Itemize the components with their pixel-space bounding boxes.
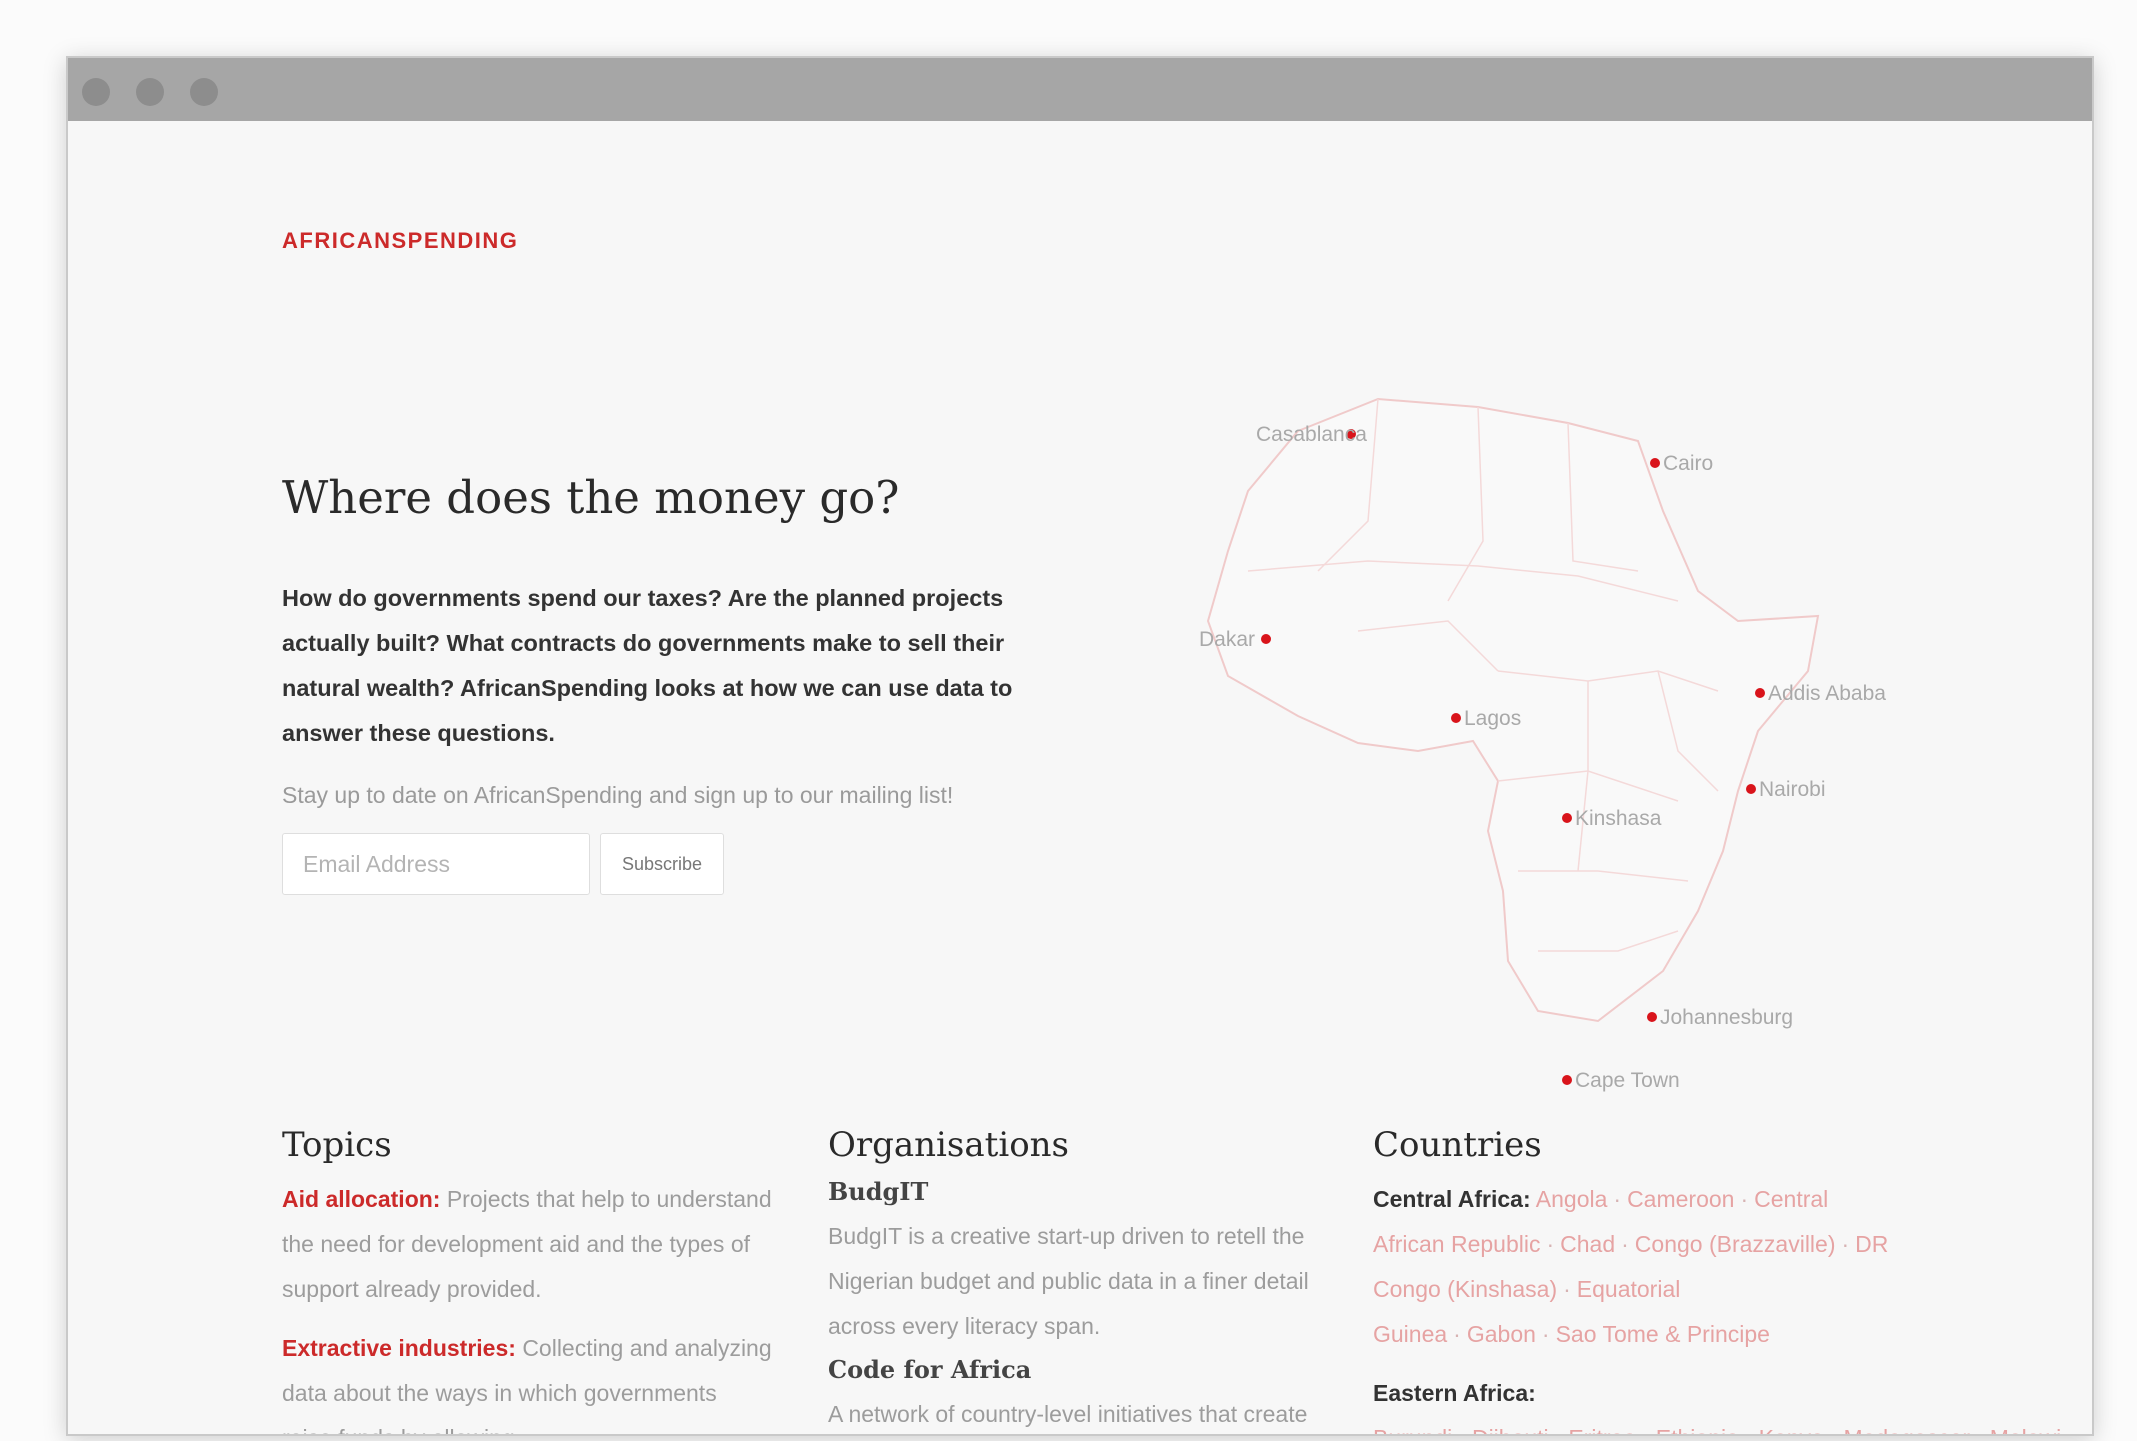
window-titlebar (68, 58, 2092, 121)
organisations-column: Organisations BudgIT BudgIT is a creativ… (828, 1125, 1318, 1434)
city-marker-cairo[interactable] (1650, 458, 1660, 468)
city-marker-nairobi[interactable] (1746, 784, 1756, 794)
city-label-lagos: Lagos (1464, 707, 1521, 730)
country-link[interactable]: Kenya (1759, 1425, 1824, 1434)
africa-map-svg: Casablanca Cairo Dakar Lagos Addis Ababa… (1199, 397, 1886, 1092)
organisations-heading: Organisations (828, 1125, 1070, 1165)
separator: · (1740, 1186, 1749, 1212)
city-label-kinshasa: Kinshasa (1575, 807, 1662, 830)
separator: · (1841, 1231, 1850, 1257)
separator: · (1541, 1321, 1550, 1347)
page-content: AFRICANSPENDING Where does the money go?… (68, 121, 2092, 1434)
browser-window: AFRICANSPENDING Where does the money go?… (66, 56, 2094, 1436)
city-label-cape-town: Cape Town (1575, 1069, 1680, 1092)
country-link[interactable]: Sao Tome & Principe (1556, 1321, 1770, 1347)
separator: · (1546, 1231, 1555, 1257)
hero-title: Where does the money go? (282, 471, 900, 524)
separator: · (1563, 1276, 1571, 1302)
region-eastern-africa: Eastern Africa: Burundi·Djibouti·Eritrea… (1373, 1371, 2061, 1434)
hero-lead: How do governments spend our taxes? Are … (282, 585, 1013, 746)
topics-column: Topics Aid allocation: Projects that hel… (282, 1125, 772, 1434)
city-label-johannesburg: Johannesburg (1660, 1006, 1793, 1029)
country-link[interactable]: Malawi (1990, 1425, 2062, 1434)
subscribe-button[interactable]: Subscribe (600, 833, 724, 895)
topic-item: Extractive industries: Collecting and an… (282, 1326, 772, 1434)
country-link[interactable]: Congo (Brazzaville) (1635, 1231, 1836, 1257)
separator: · (1621, 1231, 1629, 1257)
city-marker-johannesburg[interactable] (1647, 1012, 1657, 1022)
email-input[interactable] (282, 833, 590, 895)
city-label-addis-ababa: Addis Ababa (1768, 682, 1886, 705)
separator: · (1970, 1425, 1990, 1434)
city-label-cairo: Cairo (1663, 452, 1713, 475)
city-label-nairobi: Nairobi (1759, 778, 1826, 801)
region-label: Central Africa: (1373, 1186, 1531, 1212)
countries-column: Countries Central Africa: Angola · Cameroo… (1373, 1125, 2061, 1434)
separator: · (1549, 1425, 1569, 1434)
separator: · (1824, 1425, 1844, 1434)
country-link[interactable]: Angola (1536, 1186, 1608, 1212)
city-marker-cape-town[interactable] (1562, 1075, 1572, 1085)
org-desc-code-for-africa: A network of country-level initiatives t… (828, 1401, 1308, 1427)
region-central-africa: Central Africa: Angola · Cameroon · Central … (1373, 1177, 1893, 1357)
countries-heading: Countries (1373, 1125, 1542, 1165)
signup-prompt: Stay up to date on AfricanSpending and s… (282, 782, 954, 808)
country-link[interactable]: Eritrea (1568, 1425, 1636, 1434)
city-label-dakar: Dakar (1199, 628, 1255, 651)
country-link[interactable]: Cameroon (1627, 1186, 1734, 1212)
separator: · (1636, 1425, 1656, 1434)
org-name-budgit[interactable]: BudgIT (828, 1177, 1318, 1206)
separator: · (1613, 1186, 1622, 1212)
country-link[interactable]: Burundi (1373, 1425, 1452, 1434)
country-link[interactable]: Madagascar (1843, 1425, 1970, 1434)
city-marker-lagos[interactable] (1451, 713, 1461, 723)
org-desc-budgit: BudgIT is a creative start-up driven to … (828, 1223, 1309, 1339)
close-window-icon[interactable] (82, 78, 110, 106)
city-marker-addis-ababa[interactable] (1755, 688, 1765, 698)
minimize-window-icon[interactable] (136, 78, 164, 106)
org-name-code-for-africa[interactable]: Code for Africa (828, 1355, 1318, 1384)
country-link[interactable]: Djibouti (1472, 1425, 1549, 1434)
country-link[interactable]: Ethiopia (1656, 1425, 1739, 1434)
country-link[interactable]: Chad (1560, 1231, 1615, 1257)
region-label: Eastern Africa: (1373, 1380, 1536, 1406)
country-link[interactable]: Gabon (1467, 1321, 1536, 1347)
separator: · (1453, 1321, 1461, 1347)
africa-map: Casablanca Cairo Dakar Lagos Addis Ababa… (1118, 371, 1918, 1131)
separator: · (1739, 1425, 1759, 1434)
country-list: Burundi·Djibouti·Eritrea·Ethiopia·Kenya·… (1373, 1425, 2062, 1434)
topic-title-aid[interactable]: Aid allocation: (282, 1186, 440, 1212)
city-marker-dakar[interactable] (1261, 634, 1271, 644)
topic-title-extractive[interactable]: Extractive industries: (282, 1335, 516, 1361)
site-logo[interactable]: AFRICANSPENDING (282, 228, 518, 254)
topic-item: Aid allocation: Projects that help to un… (282, 1177, 772, 1312)
city-marker-kinshasa[interactable] (1562, 813, 1572, 823)
city-label-casablanca: Casablanca (1256, 423, 1367, 446)
maximize-window-icon[interactable] (190, 78, 218, 106)
separator: · (1452, 1425, 1472, 1434)
topics-heading: Topics (282, 1125, 392, 1165)
